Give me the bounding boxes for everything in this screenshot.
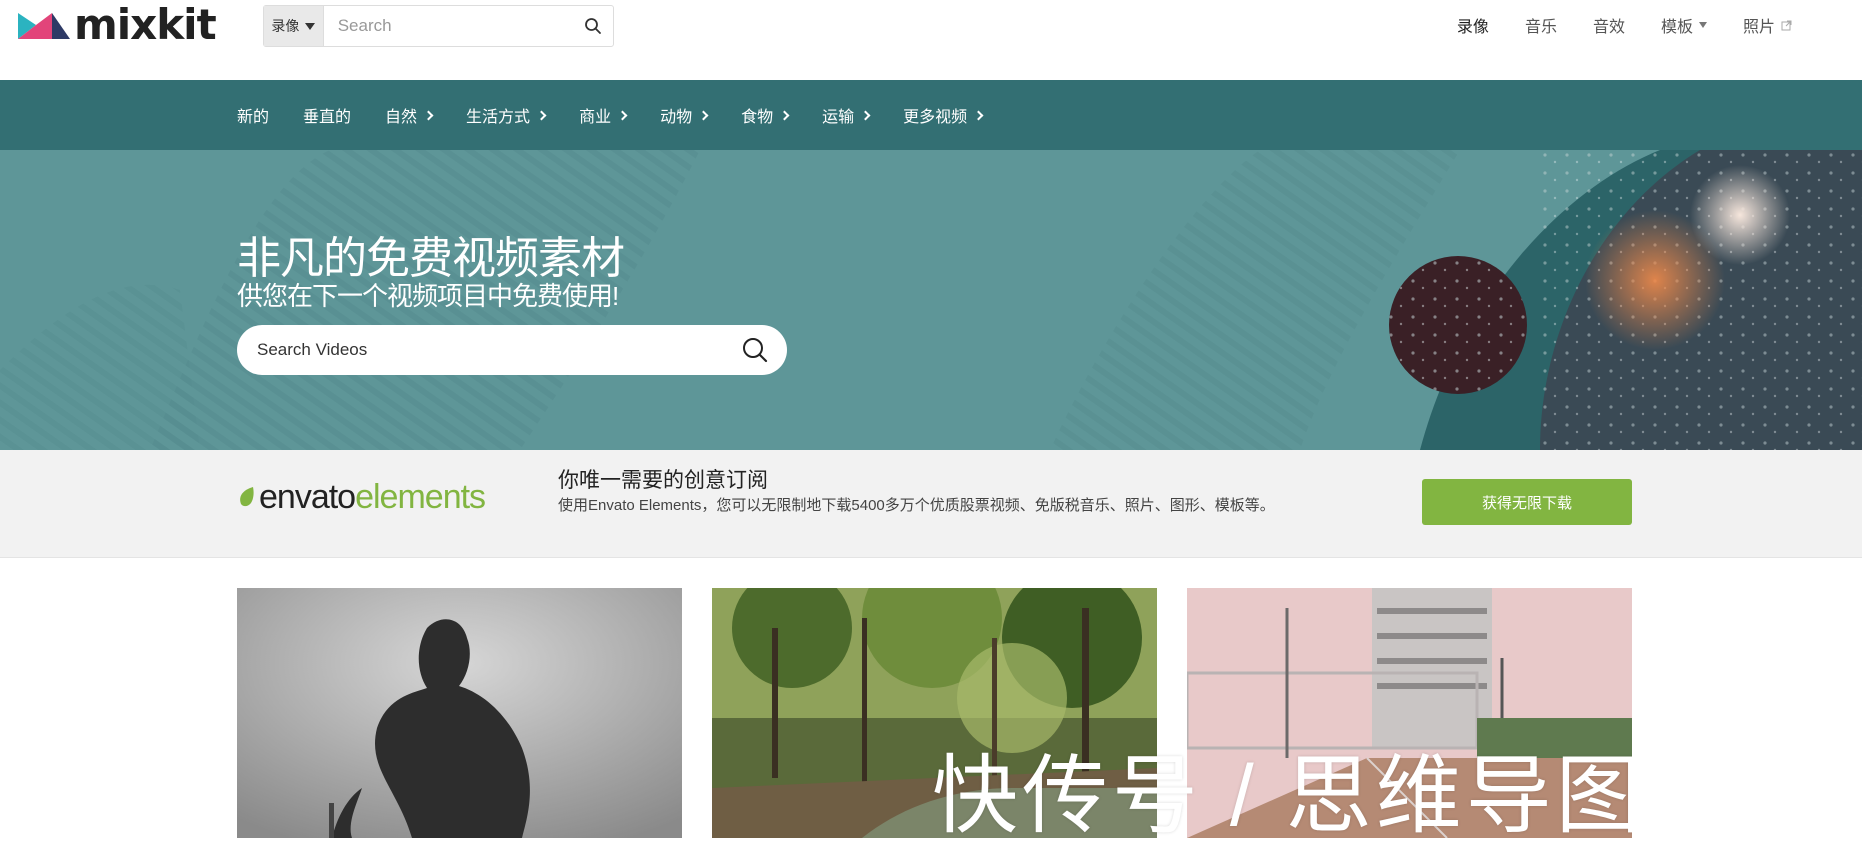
category-food[interactable]: 食物 xyxy=(741,103,790,127)
nav-music-label: 音乐 xyxy=(1524,19,1557,36)
mixkit-logo-icon xyxy=(18,13,70,39)
category-more-videos[interactable]: 更多视频 xyxy=(903,103,984,127)
chevron-right-icon xyxy=(423,110,434,121)
category-nature[interactable]: 自然 xyxy=(385,103,434,127)
video-thumbnail xyxy=(237,588,682,838)
search-type-label: 录像 xyxy=(271,18,300,34)
category-label: 运输 xyxy=(822,109,855,126)
category-label: 生活方式 xyxy=(466,109,531,126)
hero-banner: 非凡的免费视频素材 供您在下一个视频项目中免费使用! xyxy=(0,150,1862,450)
chevron-right-icon xyxy=(860,110,871,121)
category-label: 动物 xyxy=(660,109,693,126)
envato-logo-part1: envato xyxy=(259,478,356,516)
chevron-right-icon xyxy=(779,110,790,121)
chevron-right-icon xyxy=(617,110,628,121)
chevron-right-icon xyxy=(536,110,547,121)
category-lifestyle[interactable]: 生活方式 xyxy=(466,103,547,127)
category-label: 更多视频 xyxy=(903,109,968,126)
search-icon xyxy=(584,18,601,34)
dropdown-caret-icon xyxy=(305,22,316,30)
category-label: 商业 xyxy=(579,109,612,126)
nav-templates-label: 模板 xyxy=(1660,19,1693,36)
chevron-right-icon xyxy=(698,110,709,121)
category-business[interactable]: 商业 xyxy=(579,103,628,127)
nav-templates[interactable]: 模板 xyxy=(1643,12,1725,38)
envato-elements-logo[interactable]: envato elements xyxy=(237,478,486,516)
category-animals[interactable]: 动物 xyxy=(660,103,709,127)
nav-sound-effects[interactable]: 音效 xyxy=(1575,12,1643,38)
nav-photos[interactable]: 照片 xyxy=(1725,12,1810,38)
video-card[interactable] xyxy=(237,588,682,838)
top-header: mixkit 录像 录像 音乐 音效 模板 照片 xyxy=(0,0,1862,80)
category-new[interactable]: 新的 xyxy=(237,103,269,127)
nav-video-label: 录像 xyxy=(1456,19,1489,36)
category-label: 垂直的 xyxy=(303,109,352,126)
hero-search-input[interactable] xyxy=(255,339,741,361)
envato-leaf-icon xyxy=(240,487,254,507)
top-nav: 录像 音乐 音效 模板 照片 xyxy=(1439,12,1810,38)
mixkit-logo[interactable]: mixkit xyxy=(18,0,217,49)
hero-search xyxy=(237,325,787,375)
search-type-select[interactable]: 录像 xyxy=(264,6,324,46)
category-bar: 新的 垂直的 自然 生活方式 商业 动物 食物 运输 更多视频 xyxy=(0,80,1862,150)
envato-promo-banner: envato elements 你唯一需要的创意订阅 使用Envato Eleme… xyxy=(0,450,1862,558)
nav-sound-effects-label: 音效 xyxy=(1592,19,1625,36)
category-label: 新的 xyxy=(237,109,270,126)
header-search-button[interactable] xyxy=(573,6,613,46)
chevron-right-icon xyxy=(973,110,984,121)
get-unlimited-downloads-button[interactable]: 获得无限下载 xyxy=(1422,479,1632,525)
nav-music[interactable]: 音乐 xyxy=(1507,12,1575,38)
promo-description: 使用Envato Elements，您可以无限制地下载5400多万个优质股票视频… xyxy=(558,497,1275,514)
category-label: 食物 xyxy=(741,109,774,126)
nav-photos-label: 照片 xyxy=(1742,19,1775,36)
envato-logo-part2: elements xyxy=(355,478,486,516)
watermark-text: 快传号 / 思维导图 xyxy=(932,748,1632,844)
dropdown-caret-icon xyxy=(1698,22,1707,28)
hero-subtitle: 供您在下一个视频项目中免费使用! xyxy=(237,281,619,311)
promo-title: 你唯一需要的创意订阅 xyxy=(558,469,768,492)
category-label: 自然 xyxy=(385,109,418,126)
category-vertical[interactable]: 垂直的 xyxy=(303,103,351,127)
header-search: 录像 xyxy=(263,5,614,47)
header-search-input[interactable] xyxy=(323,6,573,46)
brand-name: mixkit xyxy=(74,0,217,49)
category-transport[interactable]: 运输 xyxy=(822,103,871,127)
search-icon[interactable] xyxy=(741,336,769,364)
nav-video[interactable]: 录像 xyxy=(1439,12,1507,38)
external-link-icon xyxy=(1781,20,1792,30)
